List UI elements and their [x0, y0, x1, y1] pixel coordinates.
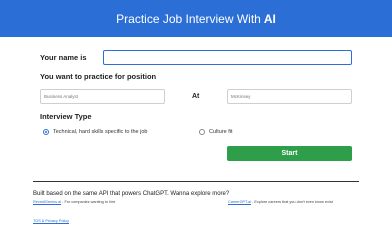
- careergpt-link[interactable]: CareerGPT.ai: [228, 200, 251, 204]
- start-button[interactable]: Start: [227, 146, 352, 161]
- interview-type-technical[interactable]: Technical, hard skills specific to the j…: [43, 129, 147, 135]
- careergpt-desc: - Explore careers that you don't even kn…: [252, 200, 333, 204]
- footer-divider: [33, 181, 359, 182]
- interview-type-culture-fit[interactable]: Culture fit: [199, 129, 233, 135]
- page-title: Practice Job Interview With: [116, 11, 261, 26]
- position-input[interactable]: [40, 89, 165, 104]
- position-label: You want to practice for position: [40, 72, 157, 81]
- name-label: Your name is: [40, 53, 87, 62]
- recruitgenius-desc: - For companies wanting to hire: [62, 200, 116, 204]
- footer-text: Built based on the same API that powers …: [33, 191, 230, 197]
- page-title-ai: AI: [263, 11, 276, 26]
- at-label: At: [192, 93, 200, 100]
- radio-culture-fit[interactable]: [199, 129, 205, 135]
- footer-link-recruitgenius-row: RecruitGenius.ai - For companies wanting…: [33, 200, 115, 204]
- page-header: Practice Job Interview With AI: [0, 0, 392, 37]
- recruitgenius-link[interactable]: RecruitGenius.ai: [33, 200, 61, 204]
- name-input[interactable]: [103, 50, 352, 65]
- radio-technical[interactable]: [43, 129, 49, 135]
- company-input[interactable]: [227, 89, 352, 104]
- option-label-technical: Technical, hard skills specific to the j…: [53, 129, 148, 135]
- interview-type-label: Interview Type: [40, 112, 92, 121]
- footer-link-careergpt-row: CareerGPT.ai - Explore careers that you …: [228, 200, 333, 204]
- tos-privacy-link[interactable]: TOS & Privacy Policy: [33, 219, 69, 223]
- option-label-culture-fit: Culture fit: [209, 129, 233, 135]
